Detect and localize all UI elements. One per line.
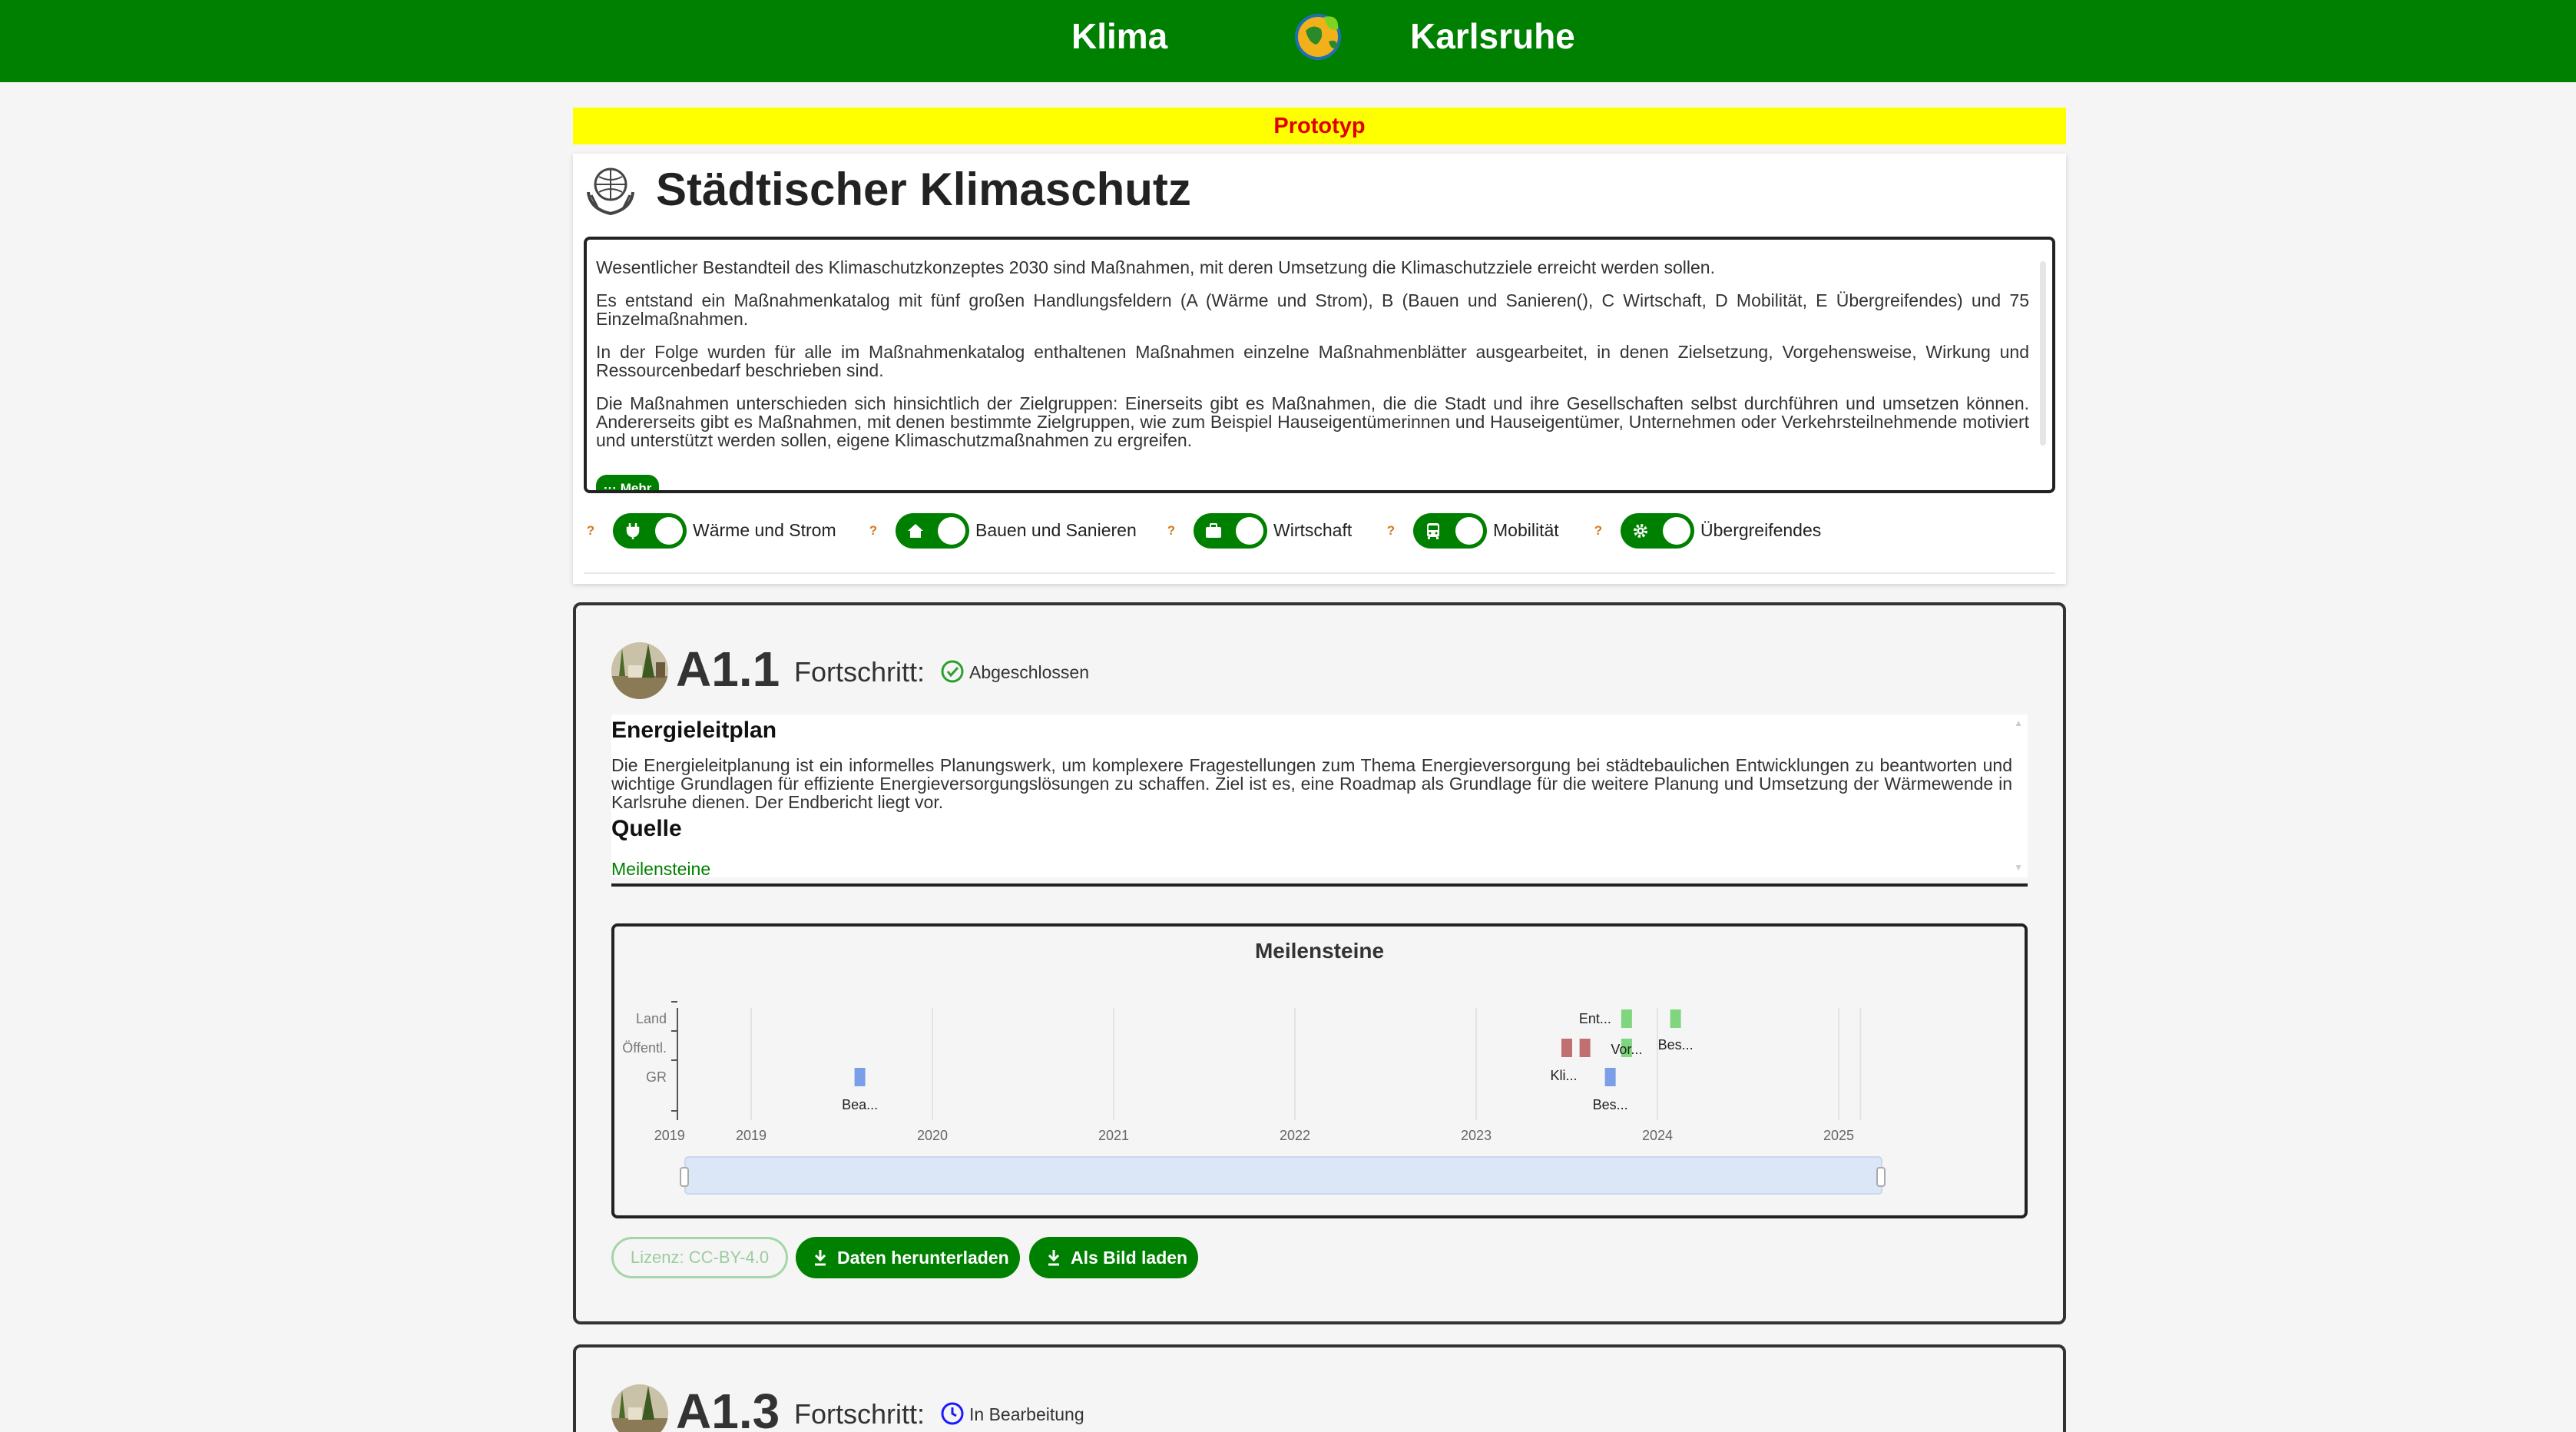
range-slider [684, 1156, 1882, 1195]
measure-avatar [611, 1384, 668, 1432]
help-icon[interactable]: ? [1591, 524, 1605, 538]
y-tick-label: GR [646, 1069, 667, 1085]
x-tick-label: 2019 [736, 1128, 767, 1143]
top-bar: Klima Karlsruhe [0, 0, 2576, 82]
briefcase-icon [1206, 523, 1221, 538]
x-tick-label: 2020 [917, 1128, 948, 1143]
x-tick-label: 2023 [1461, 1128, 1492, 1143]
measure-text: Die Energieleitplanung ist ein informell… [611, 755, 2012, 812]
license-badge[interactable]: Lizenz: CC-BY-4.0 [611, 1237, 788, 1278]
intro-paragraph: Es entstand ein Maßnahmenkatalog mit fün… [596, 290, 2029, 329]
climate-hands-icon [587, 167, 634, 216]
x-tick-label: 2024 [1642, 1128, 1673, 1143]
download-icon [1048, 1250, 1060, 1266]
description-box[interactable]: Wesentlicher Bestandteil des Klimaschutz… [584, 237, 2055, 493]
toggle-waerme-strom[interactable] [613, 513, 687, 549]
progress-label: Fortschritt: [794, 1398, 925, 1430]
plug-icon [626, 523, 640, 539]
clock-icon [941, 1402, 964, 1425]
toggle-bauen-sanieren[interactable] [896, 513, 969, 549]
help-icon[interactable]: ? [866, 524, 880, 538]
y-tick-label: Öffentl. [622, 1040, 667, 1056]
house-icon [908, 524, 923, 538]
milestone-label: Bea... [842, 1097, 878, 1112]
intro-paragraph: Die Maßnahmen unterschieden sich hinsich… [596, 393, 2029, 450]
source-heading: Quelle [611, 816, 682, 841]
gear-icon [1634, 524, 1647, 538]
milestones-link[interactable]: Meilensteine [611, 859, 710, 877]
help-icon[interactable]: ? [1384, 524, 1398, 538]
x-tick-label: 2025 [1823, 1128, 1854, 1143]
toggle-wirtschaft[interactable] [1194, 513, 1267, 549]
measure-avatar [611, 642, 668, 699]
milestone-label: Bes... [1593, 1097, 1628, 1112]
bus-icon [1427, 523, 1439, 539]
download-data-button[interactable]: Daten herunterladen [796, 1237, 1020, 1278]
prototype-banner: Prototyp [573, 108, 2066, 144]
filter-label: Mobilität [1493, 520, 1559, 540]
measure-description[interactable]: Energieleitplan Die Energieleitplanung i… [611, 714, 2028, 877]
milestone-bar [1579, 1039, 1591, 1057]
milestone-label: Ent... [1579, 1011, 1611, 1026]
milestone-label: Bes... [1658, 1037, 1694, 1052]
save-image-button[interactable]: Als Bild laden [1029, 1237, 1198, 1278]
button-label: Daten herunterladen [837, 1248, 1009, 1268]
intro-paragraph: Wesentlicher Bestandteil des Klimaschutz… [596, 257, 1715, 277]
description-scrollbar[interactable] [2038, 250, 2048, 481]
status-text: Abgeschlossen [969, 662, 1089, 682]
range-handle-left [680, 1167, 689, 1187]
measure-title: Energieleitplan [611, 718, 777, 743]
x-tick-label: 2021 [1098, 1128, 1129, 1143]
page-title: Städtischer Klimaschutz [656, 164, 1191, 215]
help-icon[interactable]: ? [1164, 524, 1178, 538]
filter-label: Übergreifendes [1700, 520, 1822, 540]
milestone-chart: Meilensteine Land Öffentl. GR 2019 2019 2020 2… [611, 923, 2028, 1218]
milestone-bar [854, 1068, 866, 1086]
x-tick-label: 2022 [1280, 1128, 1310, 1143]
scroll-down-icon[interactable]: ▼ [2014, 862, 2023, 873]
divider [611, 883, 2028, 887]
intro-paragraph: In der Folge wurden für alle im Maßnahme… [596, 342, 2029, 380]
timeline-svg: Land Öffentl. GR 2019 2019 2020 2021 2022 2023 20… [622, 1001, 1886, 1195]
scroll-up-icon[interactable]: ▲ [2014, 718, 2023, 728]
milestone-bar [1604, 1068, 1616, 1086]
download-icon [814, 1250, 826, 1266]
measure-card: A1.1 Fortschritt: Abgeschlossen Energiel… [573, 602, 2066, 1324]
globe-leaf-icon[interactable] [1290, 8, 1346, 63]
button-label: Als Bild laden [1071, 1248, 1188, 1268]
check-circle-icon [941, 660, 964, 683]
milestone-label: Vor... [1611, 1042, 1642, 1057]
milestone-bar [1621, 1009, 1632, 1028]
measure-code: A1.3 [676, 1384, 780, 1432]
category-filters: ? Wärme und Strom ? Bauen und Sanieren ?… [584, 512, 2058, 550]
milestone-label: Kli... [1550, 1068, 1577, 1083]
divider [584, 572, 2055, 574]
milestone-bar [1670, 1009, 1681, 1028]
intro-card: Städtischer Klimaschutz Wesentlicher Bes… [573, 154, 2066, 584]
progress-label: Fortschritt: [794, 656, 925, 688]
brand-klima[interactable]: Klima [1071, 15, 1167, 57]
help-icon[interactable]: ? [584, 524, 598, 538]
range-handle-right [1876, 1167, 1886, 1187]
more-button[interactable]: ··· Mehr [596, 475, 659, 490]
milestone-bar [1561, 1039, 1572, 1057]
y-tick-label: Land [636, 1011, 667, 1026]
toggle-mobilitaet[interactable] [1413, 513, 1487, 549]
measure-card: A1.3 Fortschritt: In Bearbeitung [573, 1344, 2066, 1432]
x-tick-label: 2019 [654, 1128, 685, 1143]
brand-karlsruhe[interactable]: Karlsruhe [1410, 15, 1575, 57]
status-text: In Bearbeitung [969, 1404, 1084, 1424]
filter-label: Bauen und Sanieren [975, 520, 1137, 540]
filter-label: Wärme und Strom [693, 520, 836, 540]
filter-label: Wirtschaft [1273, 520, 1353, 540]
measure-code: A1.1 [676, 641, 780, 697]
toggle-uebergreifendes[interactable] [1621, 513, 1694, 549]
